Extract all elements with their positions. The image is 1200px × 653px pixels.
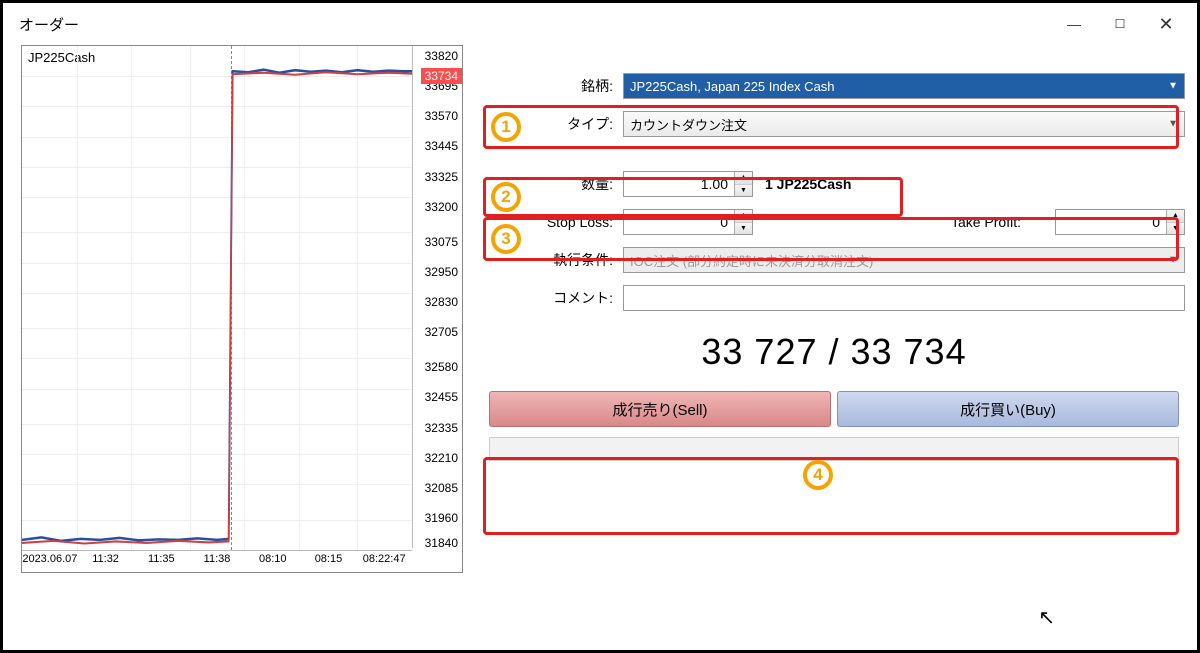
- exec-value: IOC注文 (部分約定時に未決済分取消注文): [630, 251, 873, 270]
- buy-button[interactable]: 成行買い(Buy): [837, 391, 1179, 427]
- row-quantity: 数量: ▲▼ 1 JP225Cash: [483, 171, 1185, 197]
- order-window: オーダー ― ☐ ✕ JP225Cash: [0, 0, 1200, 653]
- current-price-marker: 33734: [421, 68, 462, 84]
- button-row: 成行売り(Sell) 成行買い(Buy): [483, 391, 1185, 427]
- quantity-input[interactable]: [624, 172, 734, 196]
- tp-label: Take Profit:: [951, 214, 1031, 230]
- annotation-badge-2: 2: [491, 182, 521, 212]
- sell-button-label: 成行売り(Sell): [612, 399, 707, 420]
- stoploss-input[interactable]: [624, 210, 734, 234]
- maximize-button[interactable]: ☐: [1097, 8, 1143, 40]
- content: JP225Cash: [3, 45, 1197, 650]
- type-value: カウントダウン注文: [630, 115, 747, 134]
- tp-down-icon[interactable]: ▼: [1167, 223, 1184, 235]
- minimize-button[interactable]: ―: [1051, 8, 1097, 40]
- chart-pane: JP225Cash: [3, 45, 463, 638]
- row-symbol: 銘柄: JP225Cash, Japan 225 Index Cash ▼: [483, 73, 1185, 99]
- row-sltp: Stop Loss: ▲▼ Take Profit: ▲▼: [483, 209, 1185, 235]
- chevron-down-icon: ▼: [1168, 119, 1178, 130]
- stoploss-stepper[interactable]: ▲▼: [623, 209, 753, 235]
- row-type: タイプ: カウントダウン注文 ▼: [483, 111, 1185, 137]
- sl-down-icon[interactable]: ▼: [735, 223, 752, 235]
- window-title: オーダー: [19, 14, 1051, 35]
- x-axis: 2023.06.07 11:32 11:35 11:38 08:10 08:15…: [22, 550, 412, 572]
- form-pane: 銘柄: JP225Cash, Japan 225 Index Cash ▼ タイ…: [483, 45, 1185, 638]
- status-bar: [489, 437, 1179, 461]
- annotation-badge-3: 3: [491, 224, 521, 254]
- chevron-down-icon: ▼: [1168, 255, 1178, 266]
- cursor-icon: ↖: [1038, 605, 1055, 630]
- annotation-badge-4: 4: [803, 460, 833, 490]
- symbol-select[interactable]: JP225Cash, Japan 225 Index Cash ▼: [623, 73, 1185, 99]
- chevron-down-icon: ▼: [1168, 81, 1178, 92]
- row-exec: 執行条件: IOC注文 (部分約定時に未決済分取消注文) ▼: [483, 247, 1185, 273]
- annotation-badge-1: 1: [491, 112, 521, 142]
- comment-input[interactable]: [623, 285, 1185, 311]
- price-chart: JP225Cash: [21, 45, 463, 573]
- qty-up-icon[interactable]: ▲: [735, 172, 752, 185]
- titlebar: オーダー ― ☐ ✕: [3, 3, 1197, 45]
- row-comment: コメント:: [483, 285, 1185, 311]
- takeprofit-stepper[interactable]: ▲▼: [1055, 209, 1185, 235]
- bid-ask-display: 33 727 / 33 734: [483, 331, 1185, 373]
- symbol-label: 銘柄:: [483, 76, 623, 96]
- exec-select: IOC注文 (部分約定時に未決済分取消注文) ▼: [623, 247, 1185, 273]
- symbol-value: JP225Cash, Japan 225 Index Cash: [630, 79, 835, 94]
- y-axis: 33820 33695 33570 33445 33325 33200 3307…: [412, 46, 462, 548]
- plot-area: [22, 46, 412, 550]
- sl-up-icon[interactable]: ▲: [735, 210, 752, 223]
- tp-up-icon[interactable]: ▲: [1167, 210, 1184, 223]
- qty-down-icon[interactable]: ▼: [735, 185, 752, 197]
- sell-button[interactable]: 成行売り(Sell): [489, 391, 831, 427]
- type-select[interactable]: カウントダウン注文 ▼: [623, 111, 1185, 137]
- comment-label: コメント:: [483, 288, 623, 308]
- takeprofit-input[interactable]: [1056, 210, 1166, 234]
- quantity-stepper[interactable]: ▲▼: [623, 171, 753, 197]
- close-button[interactable]: ✕: [1143, 8, 1189, 40]
- buy-button-label: 成行買い(Buy): [960, 399, 1056, 420]
- quantity-suffix: 1 JP225Cash: [765, 176, 851, 192]
